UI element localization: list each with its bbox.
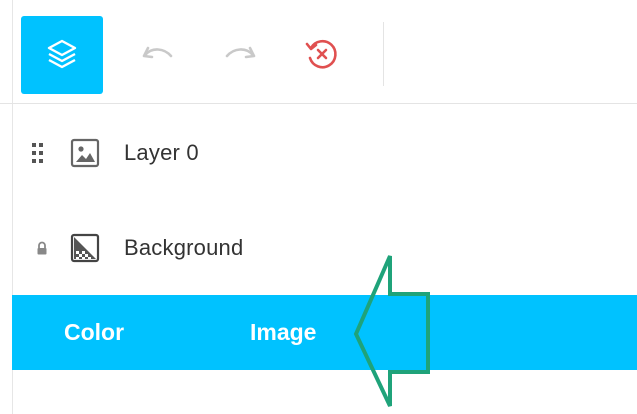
layer-row-background[interactable]: Background [0, 223, 637, 273]
layer-name: Background [124, 235, 244, 260]
drag-handle-icon[interactable] [29, 141, 47, 165]
layer-row-layer-0[interactable]: Layer 0 [0, 128, 637, 178]
reset-button[interactable] [300, 34, 344, 74]
image-icon [70, 138, 100, 168]
undo-icon [142, 46, 173, 59]
layer-name: Layer 0 [124, 140, 199, 165]
tab-color[interactable]: Color [64, 295, 124, 370]
layers-button[interactable] [21, 16, 103, 94]
undo-button[interactable] [136, 34, 180, 74]
tab-image[interactable]: Image [250, 295, 316, 370]
layers-icon [47, 39, 77, 69]
background-type-tabs: Color Image [12, 295, 637, 370]
redo-icon [225, 46, 256, 59]
layers-panel: Layer 0 Background Color Image [0, 0, 637, 414]
reset-icon [305, 39, 337, 69]
toolbar [0, 0, 637, 104]
lock-icon[interactable] [34, 240, 50, 256]
toolbar-divider [383, 22, 384, 86]
background-icon [70, 233, 100, 263]
redo-button[interactable] [218, 34, 262, 74]
